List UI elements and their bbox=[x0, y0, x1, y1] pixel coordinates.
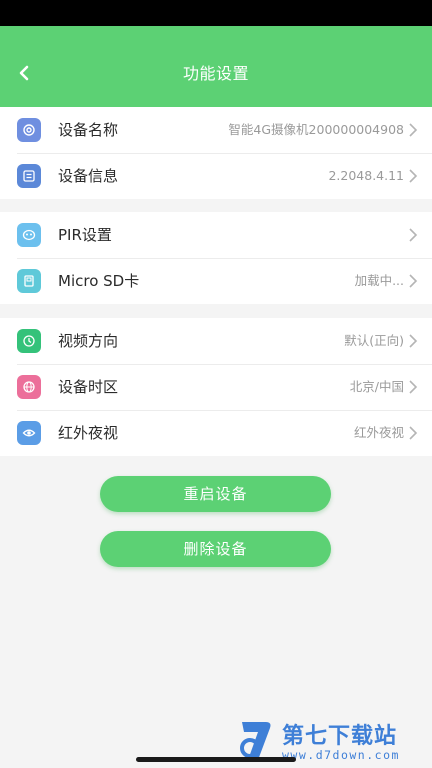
row-timezone[interactable]: 设备时区 北京/中国 bbox=[0, 364, 432, 410]
row-label: 设备信息 bbox=[58, 167, 119, 185]
chevron-right-icon bbox=[409, 228, 418, 242]
row-device-name[interactable]: 设备名称 智能4G摄像机200000004908 bbox=[0, 107, 432, 153]
row-device-info[interactable]: 设备信息 2.2048.4.11 bbox=[0, 153, 432, 199]
row-night-vision[interactable]: 红外夜视 红外夜视 bbox=[0, 410, 432, 456]
eye-icon bbox=[17, 421, 41, 445]
row-label: PIR设置 bbox=[58, 226, 112, 244]
row-label: Micro SD卡 bbox=[58, 272, 140, 290]
row-label: 红外夜视 bbox=[58, 424, 119, 442]
settings-group-device: 设备名称 智能4G摄像机200000004908 设备信息 2.2048.4.1… bbox=[0, 107, 432, 199]
chevron-right-icon bbox=[409, 274, 418, 288]
chevron-right-icon bbox=[409, 334, 418, 348]
row-value: 2.2048.4.11 bbox=[328, 168, 404, 183]
pir-sensor-icon bbox=[17, 223, 41, 247]
page-title: 功能设置 bbox=[182, 64, 249, 83]
row-video-direction[interactable]: 视频方向 默认(正向) bbox=[0, 318, 432, 364]
settings-group-video: 视频方向 默认(正向) 设备时区 北京/中国 红外夜视 红外夜视 bbox=[0, 318, 432, 456]
row-label: 视频方向 bbox=[58, 332, 119, 350]
chevron-right-icon bbox=[409, 426, 418, 440]
row-value: 默认(正向) bbox=[344, 333, 404, 348]
globe-icon bbox=[17, 375, 41, 399]
row-label: 设备时区 bbox=[58, 378, 119, 396]
row-value: 北京/中国 bbox=[349, 379, 404, 394]
row-value: 红外夜视 bbox=[353, 425, 404, 440]
home-indicator bbox=[136, 757, 296, 762]
settings-group-storage: PIR设置 Micro SD卡 加载中... bbox=[0, 212, 432, 304]
delete-device-button[interactable]: 删除设备 bbox=[100, 531, 331, 567]
watermark-name: 第七下载站 bbox=[282, 724, 398, 749]
status-bar bbox=[0, 0, 432, 26]
chevron-right-icon bbox=[409, 123, 418, 137]
row-label: 设备名称 bbox=[58, 121, 119, 139]
watermark-url: www.d7down.com bbox=[282, 748, 400, 762]
row-value: 智能4G摄像机200000004908 bbox=[228, 122, 404, 137]
camera-icon bbox=[17, 118, 41, 142]
rotate-icon bbox=[17, 329, 41, 353]
chevron-right-icon bbox=[409, 380, 418, 394]
row-value: 加载中... bbox=[354, 273, 404, 288]
row-pir[interactable]: PIR设置 bbox=[0, 212, 432, 258]
sd-card-icon bbox=[17, 269, 41, 293]
info-doc-icon bbox=[17, 164, 41, 188]
nav-header: 功能设置 bbox=[0, 26, 432, 116]
restart-device-button[interactable]: 重启设备 bbox=[100, 476, 331, 512]
row-sd-card[interactable]: Micro SD卡 加载中... bbox=[0, 258, 432, 304]
chevron-right-icon bbox=[409, 169, 418, 183]
